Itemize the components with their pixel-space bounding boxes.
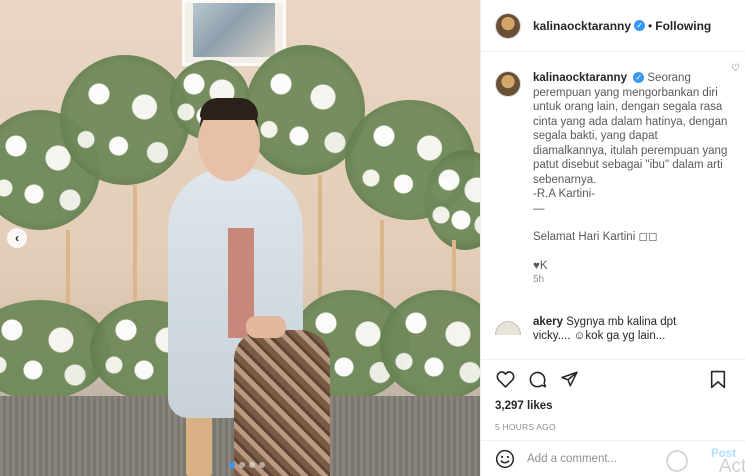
watermark-icon: [666, 450, 688, 472]
avatar[interactable]: [495, 71, 521, 97]
avatar[interactable]: [495, 321, 521, 335]
follow-button[interactable]: Following: [655, 19, 711, 33]
carousel-dot: [229, 462, 235, 468]
batik-skirt: [234, 330, 330, 476]
caption-line: untuk orang lain, dengan segala rasa: [533, 101, 723, 113]
avatar[interactable]: [495, 12, 521, 39]
caption-line: cinta yang ada dalam hatinya, dengan: [533, 115, 728, 128]
caption: kalinaocktaranny ✓ Seorang perempuan yan…: [495, 71, 732, 288]
carousel-dot: [239, 462, 245, 468]
verified-badge-icon: ✓: [633, 72, 645, 83]
carousel-dot: [259, 462, 265, 468]
emoji-icon[interactable]: [495, 449, 515, 469]
share-icon[interactable]: [559, 369, 579, 389]
caption-sign: ♥K: [533, 259, 548, 272]
carousel-prev-button[interactable]: ‹: [7, 228, 27, 248]
flower-arrangement: [60, 55, 190, 185]
caption-line: Seorang: [647, 72, 691, 84]
caption-line: diamalkannya, itulah perempuan yang: [533, 144, 728, 157]
activate-windows-watermark: Activ: [718, 456, 745, 476]
chevron-left-icon: ‹: [15, 231, 19, 245]
caption-age[interactable]: 5h: [533, 273, 732, 288]
caption-line: sebenarnya.: [533, 173, 597, 186]
carousel-dot: [249, 462, 255, 468]
bookmark-icon[interactable]: [708, 369, 728, 389]
comment-item: akery Sygnya mb kalina dpt vicky.... ☺ko…: [495, 315, 735, 343]
woman-hands: [246, 316, 286, 338]
heart-icon[interactable]: [495, 369, 515, 389]
comment-like-heart-icon[interactable]: ♡: [731, 63, 740, 74]
likes-count[interactable]: 3,297 likes: [495, 400, 732, 412]
caption-line: patut disebut sebagai "ibu" dalam arti: [533, 159, 723, 171]
caption-line: perempuan yang mengorbankan diri: [533, 86, 718, 99]
comment-username[interactable]: akery: [533, 316, 563, 328]
verified-badge-icon: ✓: [634, 20, 646, 31]
caption-line: —: [533, 202, 545, 215]
post-timestamp[interactable]: 5 HOURS AGO: [495, 422, 732, 432]
comments-area[interactable]: kalinaocktaranny ✓ Seorang perempuan yan…: [481, 53, 745, 358]
caption-line: segala bakti, yang dapat: [533, 130, 658, 142]
username-link[interactable]: kalinaocktaranny: [533, 19, 631, 33]
carousel-dots: [229, 462, 265, 468]
post-header: kalinaocktaranny ✓ • Following: [481, 0, 745, 52]
flower-arrangement: [380, 290, 480, 400]
post-photo[interactable]: ‹: [0, 0, 480, 476]
separator: •: [648, 18, 653, 33]
add-comment-bar: Add a comment... Post Activ: [481, 440, 745, 476]
caption-line: -R.A Kartini-: [533, 188, 595, 200]
caption-greeting: Selamat Hari Kartini ◻◻: [533, 231, 658, 243]
comment-icon[interactable]: [527, 369, 547, 389]
caption-username[interactable]: kalinaocktaranny: [533, 72, 627, 84]
action-bar: 3,297 likes 5 HOURS AGO: [481, 359, 745, 432]
post-side-panel: kalinaocktaranny ✓ • Following kalinaock…: [480, 0, 745, 476]
